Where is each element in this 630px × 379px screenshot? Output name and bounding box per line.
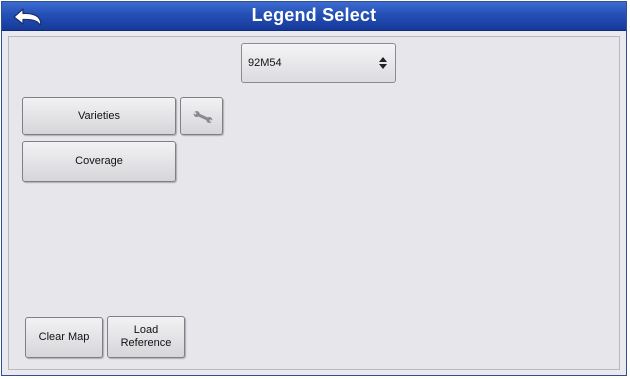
wrench-icon bbox=[193, 111, 213, 123]
coverage-button[interactable]: Coverage bbox=[22, 141, 176, 182]
varieties-button[interactable]: Varieties bbox=[22, 97, 176, 135]
clear-map-button[interactable]: Clear Map bbox=[25, 317, 103, 358]
legend-settings-button[interactable] bbox=[180, 97, 223, 135]
up-down-arrows-icon bbox=[379, 57, 387, 69]
page-title: Legend Select bbox=[251, 5, 377, 25]
main-panel: 92M54 Varieties Coverage Clear Map Load … bbox=[8, 36, 620, 370]
title-bar: Legend Select bbox=[2, 2, 626, 31]
load-reference-label-line1: Load bbox=[133, 324, 159, 336]
load-reference-label-line2: Reference bbox=[120, 337, 172, 349]
legend-dropdown[interactable]: 92M54 bbox=[241, 43, 396, 83]
legend-dropdown-value: 92M54 bbox=[248, 57, 282, 69]
legend-select-window: Legend Select 92M54 Varieties Coverage C… bbox=[1, 1, 627, 376]
load-reference-button[interactable]: Load Reference bbox=[107, 316, 185, 358]
